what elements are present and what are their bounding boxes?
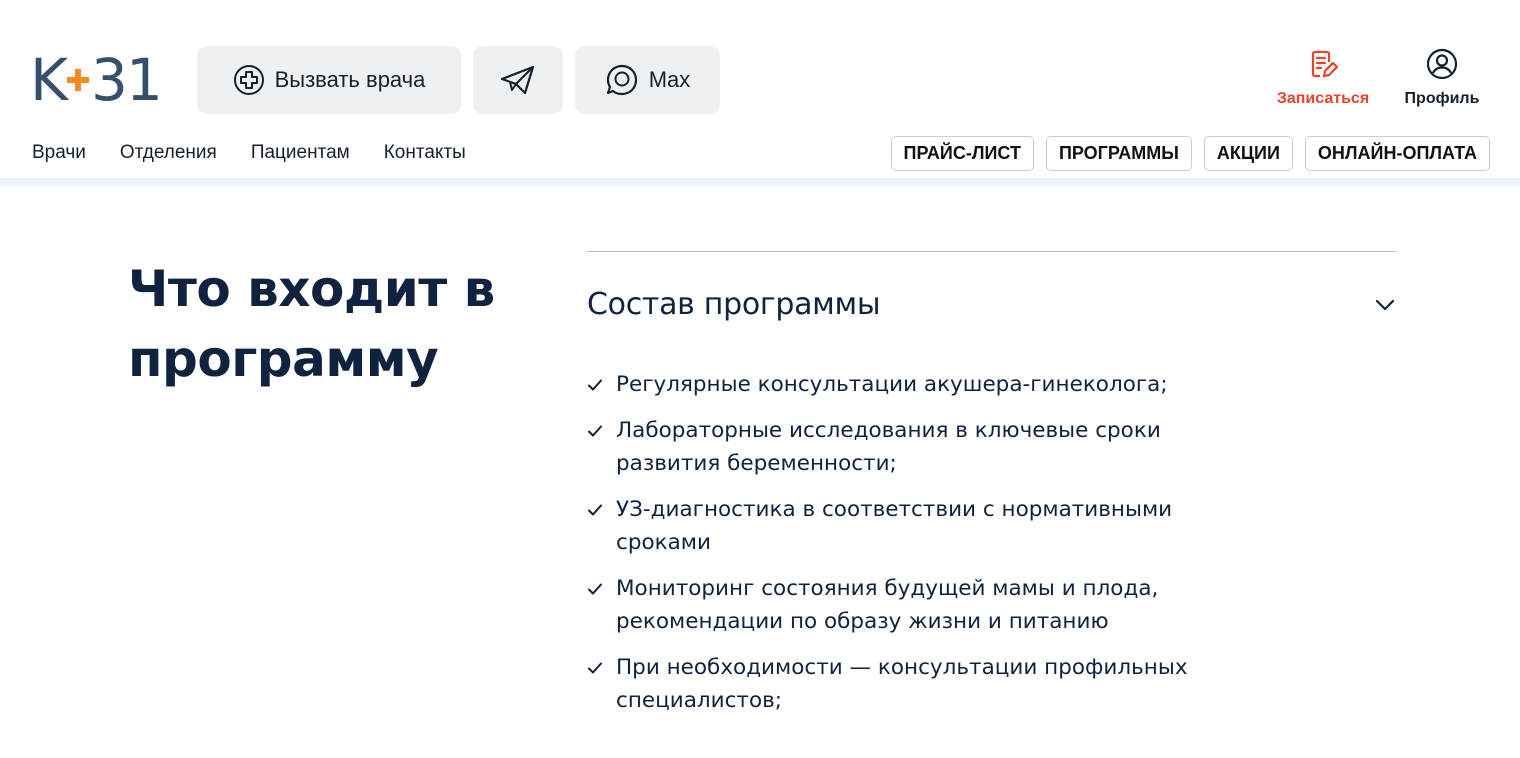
program-items-list: Регулярные консультации акушера-гинеколо… (587, 368, 1227, 717)
logo-number: 31 (91, 46, 163, 114)
list-item: При необходимости — консультации профиль… (587, 651, 1227, 717)
list-item-text: Регулярные консультации акушера-гинеколо… (616, 372, 1168, 397)
accordion-header[interactable]: Состав программы (587, 252, 1396, 357)
list-item-text: При необходимости — консультации профиль… (616, 655, 1188, 713)
profile-button[interactable]: Профиль (1400, 48, 1484, 108)
main-nav: Врачи Отделения Пациентам Контакты (32, 142, 466, 164)
promotions-link[interactable]: АКЦИИ (1203, 136, 1293, 171)
check-icon (588, 504, 602, 516)
nav-item-contacts[interactable]: Контакты (384, 142, 466, 164)
check-icon (588, 662, 602, 674)
user-icon (1426, 48, 1458, 80)
logo-letter: K (30, 46, 68, 114)
quick-links: ПРАЙС-ЛИСТ ПРОГРАММЫ АКЦИИ ОНЛАЙН-ОПЛАТА (890, 136, 1490, 171)
accordion-title: Состав программы (587, 287, 881, 322)
max-messenger-button[interactable]: Max (575, 46, 720, 114)
max-label: Max (648, 67, 691, 92)
book-appointment-button[interactable]: Записаться (1270, 48, 1376, 108)
section-title: Что входит в программу (128, 260, 495, 388)
list-item: УЗ-диагностика в соответствии с норматив… (587, 493, 1227, 559)
nav-item-doctors[interactable]: Врачи (32, 142, 86, 164)
programs-link[interactable]: ПРОГРАММЫ (1045, 136, 1192, 171)
list-item-text: Мониторинг состояния будущей мамы и плод… (616, 576, 1159, 634)
telegram-button[interactable] (473, 46, 563, 114)
nav-item-patients[interactable]: Пациентам (251, 142, 350, 164)
profile-label: Профиль (1404, 90, 1480, 107)
call-doctor-label: Вызвать врача (274, 67, 426, 92)
book-appointment-label: Записаться (1276, 90, 1370, 107)
logo-plus-icon (67, 69, 90, 91)
site-header: K 31 Вызвать врача Max Записаться Профил… (0, 0, 1520, 186)
list-item-text: УЗ-диагностика в соответствии с норматив… (616, 497, 1173, 555)
paper-plane-icon (500, 65, 535, 95)
list-item: Мониторинг состояния будущей мамы и плод… (587, 572, 1227, 638)
list-item: Лабораторные исследования в ключевые сро… (587, 414, 1227, 480)
program-accordion: Состав программы Регулярные консультации… (587, 251, 1396, 730)
list-item: Регулярные консультации акушера-гинеколо… (587, 368, 1227, 401)
check-icon (588, 425, 602, 437)
chevron-down-icon[interactable] (1375, 299, 1395, 311)
header-divider (0, 178, 1520, 186)
list-item-text: Лабораторные исследования в ключевые сро… (616, 418, 1161, 476)
online-payment-link[interactable]: ОНЛАЙН-ОПЛАТА (1304, 136, 1490, 171)
chat-bubble-icon (606, 64, 637, 96)
check-icon (588, 379, 602, 391)
check-icon (588, 583, 602, 595)
medical-plus-icon (233, 65, 264, 95)
call-doctor-button[interactable]: Вызвать врача (197, 46, 461, 114)
nav-item-departments[interactable]: Отделения (120, 142, 217, 164)
logo[interactable]: K 31 (30, 46, 163, 114)
price-list-link[interactable]: ПРАЙС-ЛИСТ (890, 136, 1034, 171)
edit-document-icon (1311, 50, 1339, 78)
